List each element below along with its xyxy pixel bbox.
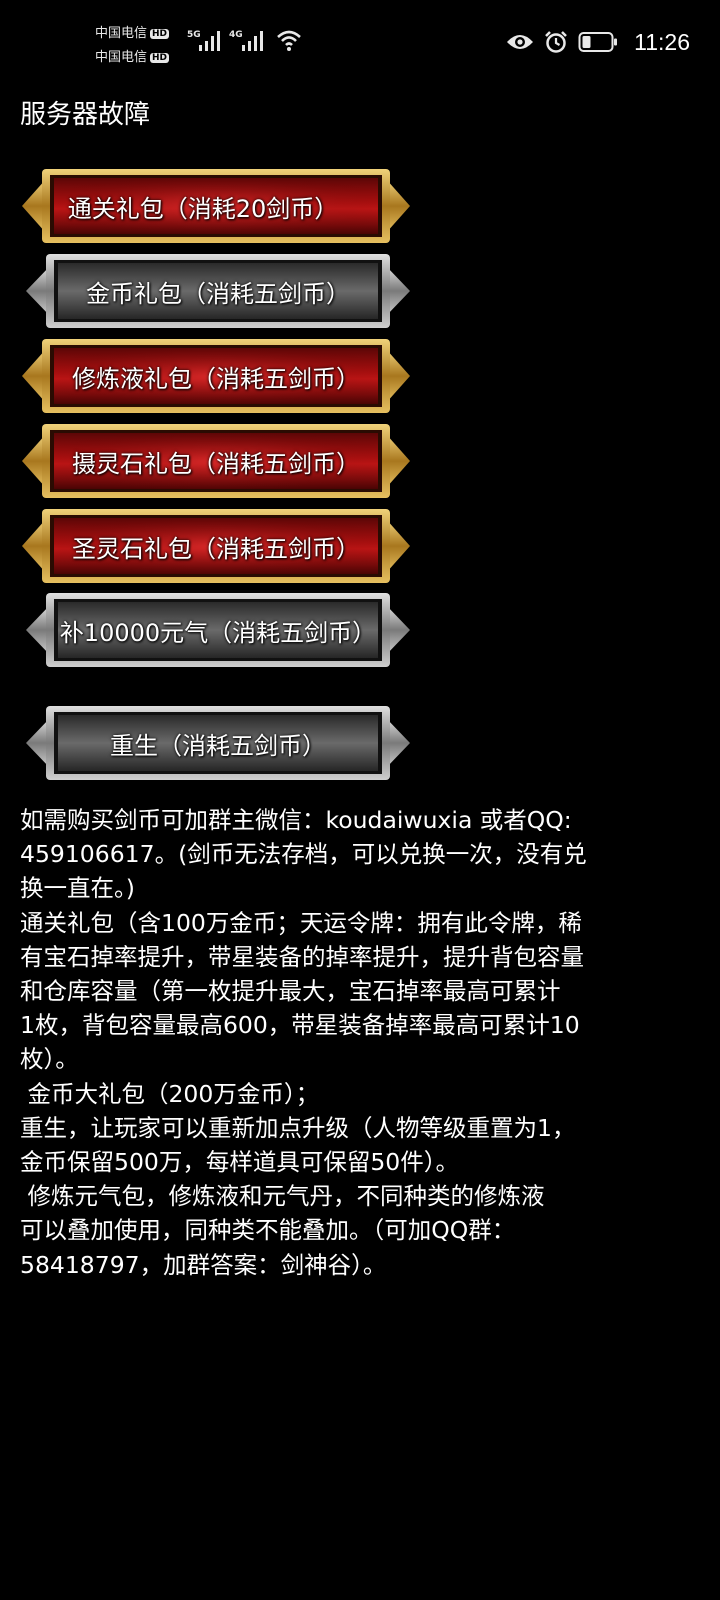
- info-line: 枚）。: [20, 1045, 79, 1074]
- cultivation-liquid-pack-button[interactable]: 修炼液礼包（消耗五剑币）: [20, 337, 412, 415]
- info-line: 通关礼包（含100万金币；天运令牌：拥有此令牌，稀: [20, 908, 582, 937]
- vitality-refill-button[interactable]: 补10000元气（消耗五剑币）: [24, 591, 412, 669]
- carrier-label-2: 中国电信 HD: [95, 50, 170, 65]
- info-line: 和仓库容量（第一枚提升最大，宝石掉率最高可累计: [20, 977, 561, 1006]
- clear-pack-button[interactable]: 通关礼包（消耗20剑币）: [20, 167, 412, 245]
- status-right-group: 11:26: [506, 26, 690, 58]
- gold-coin-pack-button[interactable]: 金币礼包（消耗五剑币）: [24, 252, 412, 330]
- wifi-icon: [277, 30, 301, 51]
- signal-icon: [242, 31, 263, 51]
- status-bar: 中国电信 HD 中国电信 HD 5G 4G 11:26: [0, 0, 720, 86]
- button-label: 修炼液礼包（消耗五剑币）: [72, 364, 360, 393]
- hd-badge: HD: [150, 53, 170, 63]
- hd-badge: HD: [150, 29, 170, 39]
- eye-icon: [507, 35, 534, 49]
- signal-icon: [199, 31, 220, 51]
- info-line: 58418797，加群答案：剑神谷）。: [20, 1250, 387, 1279]
- info-line: 1枚，背包容量最高600，带星装备掉率最高可累计10: [20, 1011, 580, 1040]
- button-label: 重生（消耗五剑币）: [110, 731, 326, 760]
- rebirth-button[interactable]: 重生（消耗五剑币）: [24, 704, 412, 782]
- button-label: 金币礼包（消耗五剑币）: [86, 279, 350, 308]
- soul-stone-pack-button[interactable]: 摄灵石礼包（消耗五剑币）: [20, 422, 412, 500]
- info-line: 换一直在。): [20, 874, 135, 903]
- alarm-icon: [545, 31, 568, 53]
- carrier-label-1: 中国电信 HD: [95, 26, 170, 41]
- page-title: 服务器故障: [20, 100, 151, 130]
- button-label: 通关礼包（消耗20剑币）: [67, 194, 339, 223]
- holy-stone-pack-button[interactable]: 圣灵石礼包（消耗五剑币）: [20, 507, 412, 585]
- info-line: 金币保留500万，每样道具可保留50件）。: [20, 1148, 460, 1177]
- info-line: 如需购买剑币可加群主微信：koudaiwuxia 或者QQ:: [20, 806, 572, 834]
- info-line: 可以叠加使用，同种类不能叠加。（可加QQ群：: [20, 1216, 516, 1245]
- status-time: 11:26: [634, 28, 690, 55]
- info-line: 重生，让玩家可以重新加点升级（人物等级重置为1，: [20, 1113, 576, 1142]
- battery-icon: [578, 32, 618, 52]
- button-label: 补10000元气（消耗五剑币）: [59, 618, 377, 647]
- button-label: 圣灵石礼包（消耗五剑币）: [72, 534, 360, 563]
- info-text: 如需购买剑币可加群主微信：koudaiwuxia 或者QQ: 459106617…: [20, 803, 710, 1282]
- button-label: 摄灵石礼包（消耗五剑币）: [72, 449, 360, 478]
- info-line: 有宝石掉率提升，带星装备的掉率提升，提升背包容量: [20, 942, 584, 971]
- info-line: 金币大礼包（200万金币）；: [20, 1079, 320, 1108]
- info-line: 459106617。(剑币无法存档，可以兑换一次，没有兑: [20, 840, 587, 869]
- info-line: 修炼元气包，修炼液和元气丹，不同种类的修炼液: [20, 1182, 545, 1211]
